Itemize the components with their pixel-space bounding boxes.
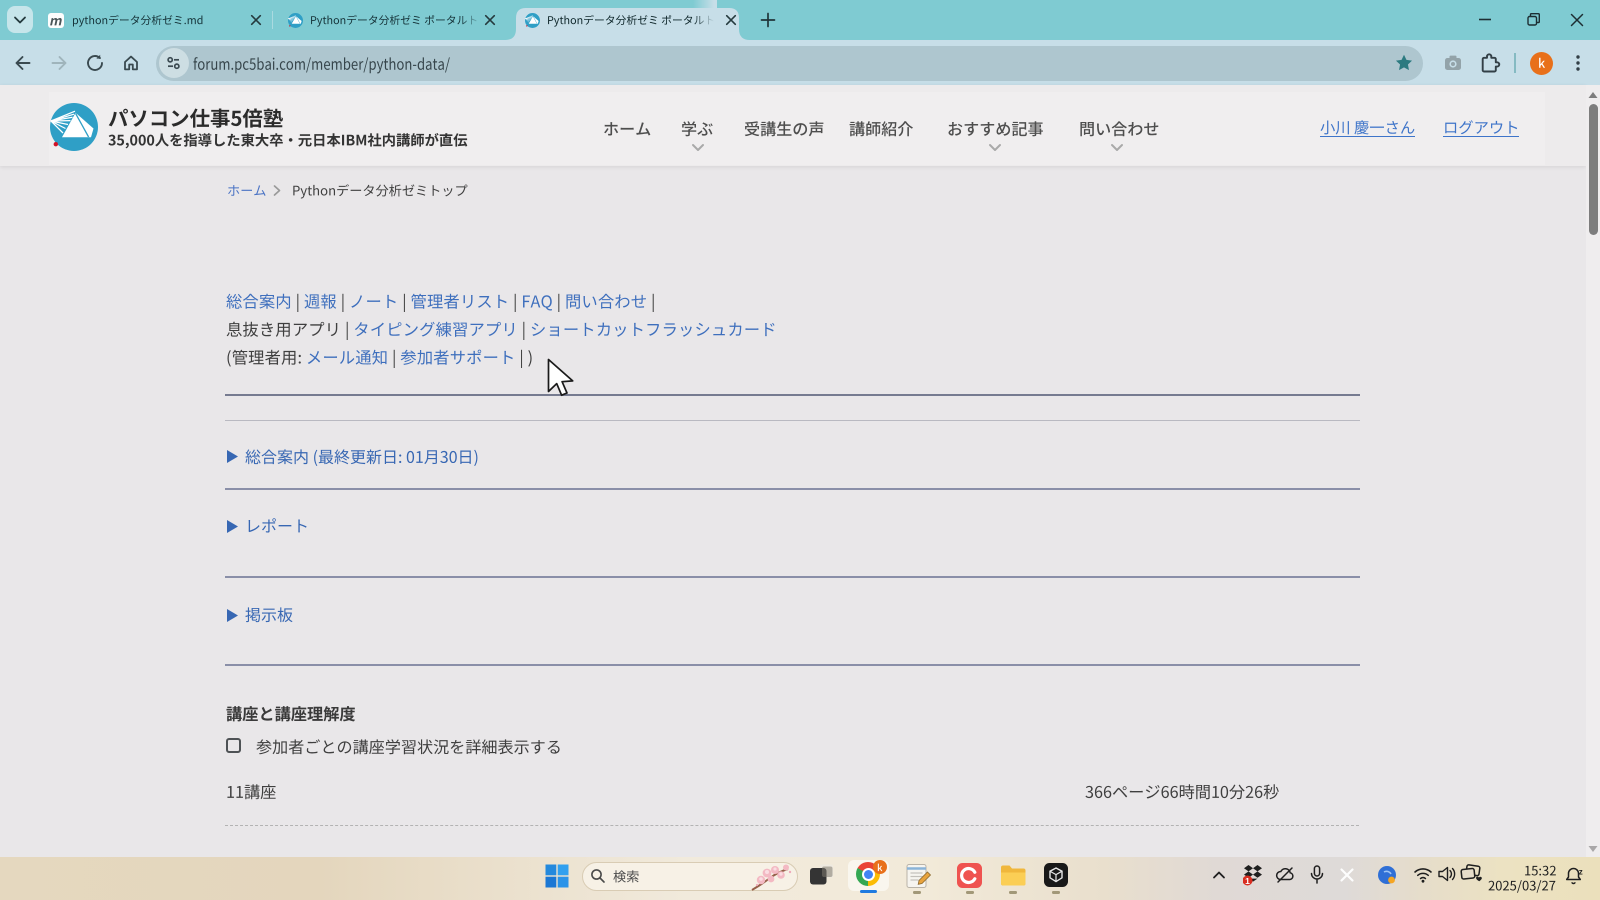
svg-text:1: 1 — [1245, 876, 1250, 886]
svg-text:z: z — [1579, 867, 1583, 876]
